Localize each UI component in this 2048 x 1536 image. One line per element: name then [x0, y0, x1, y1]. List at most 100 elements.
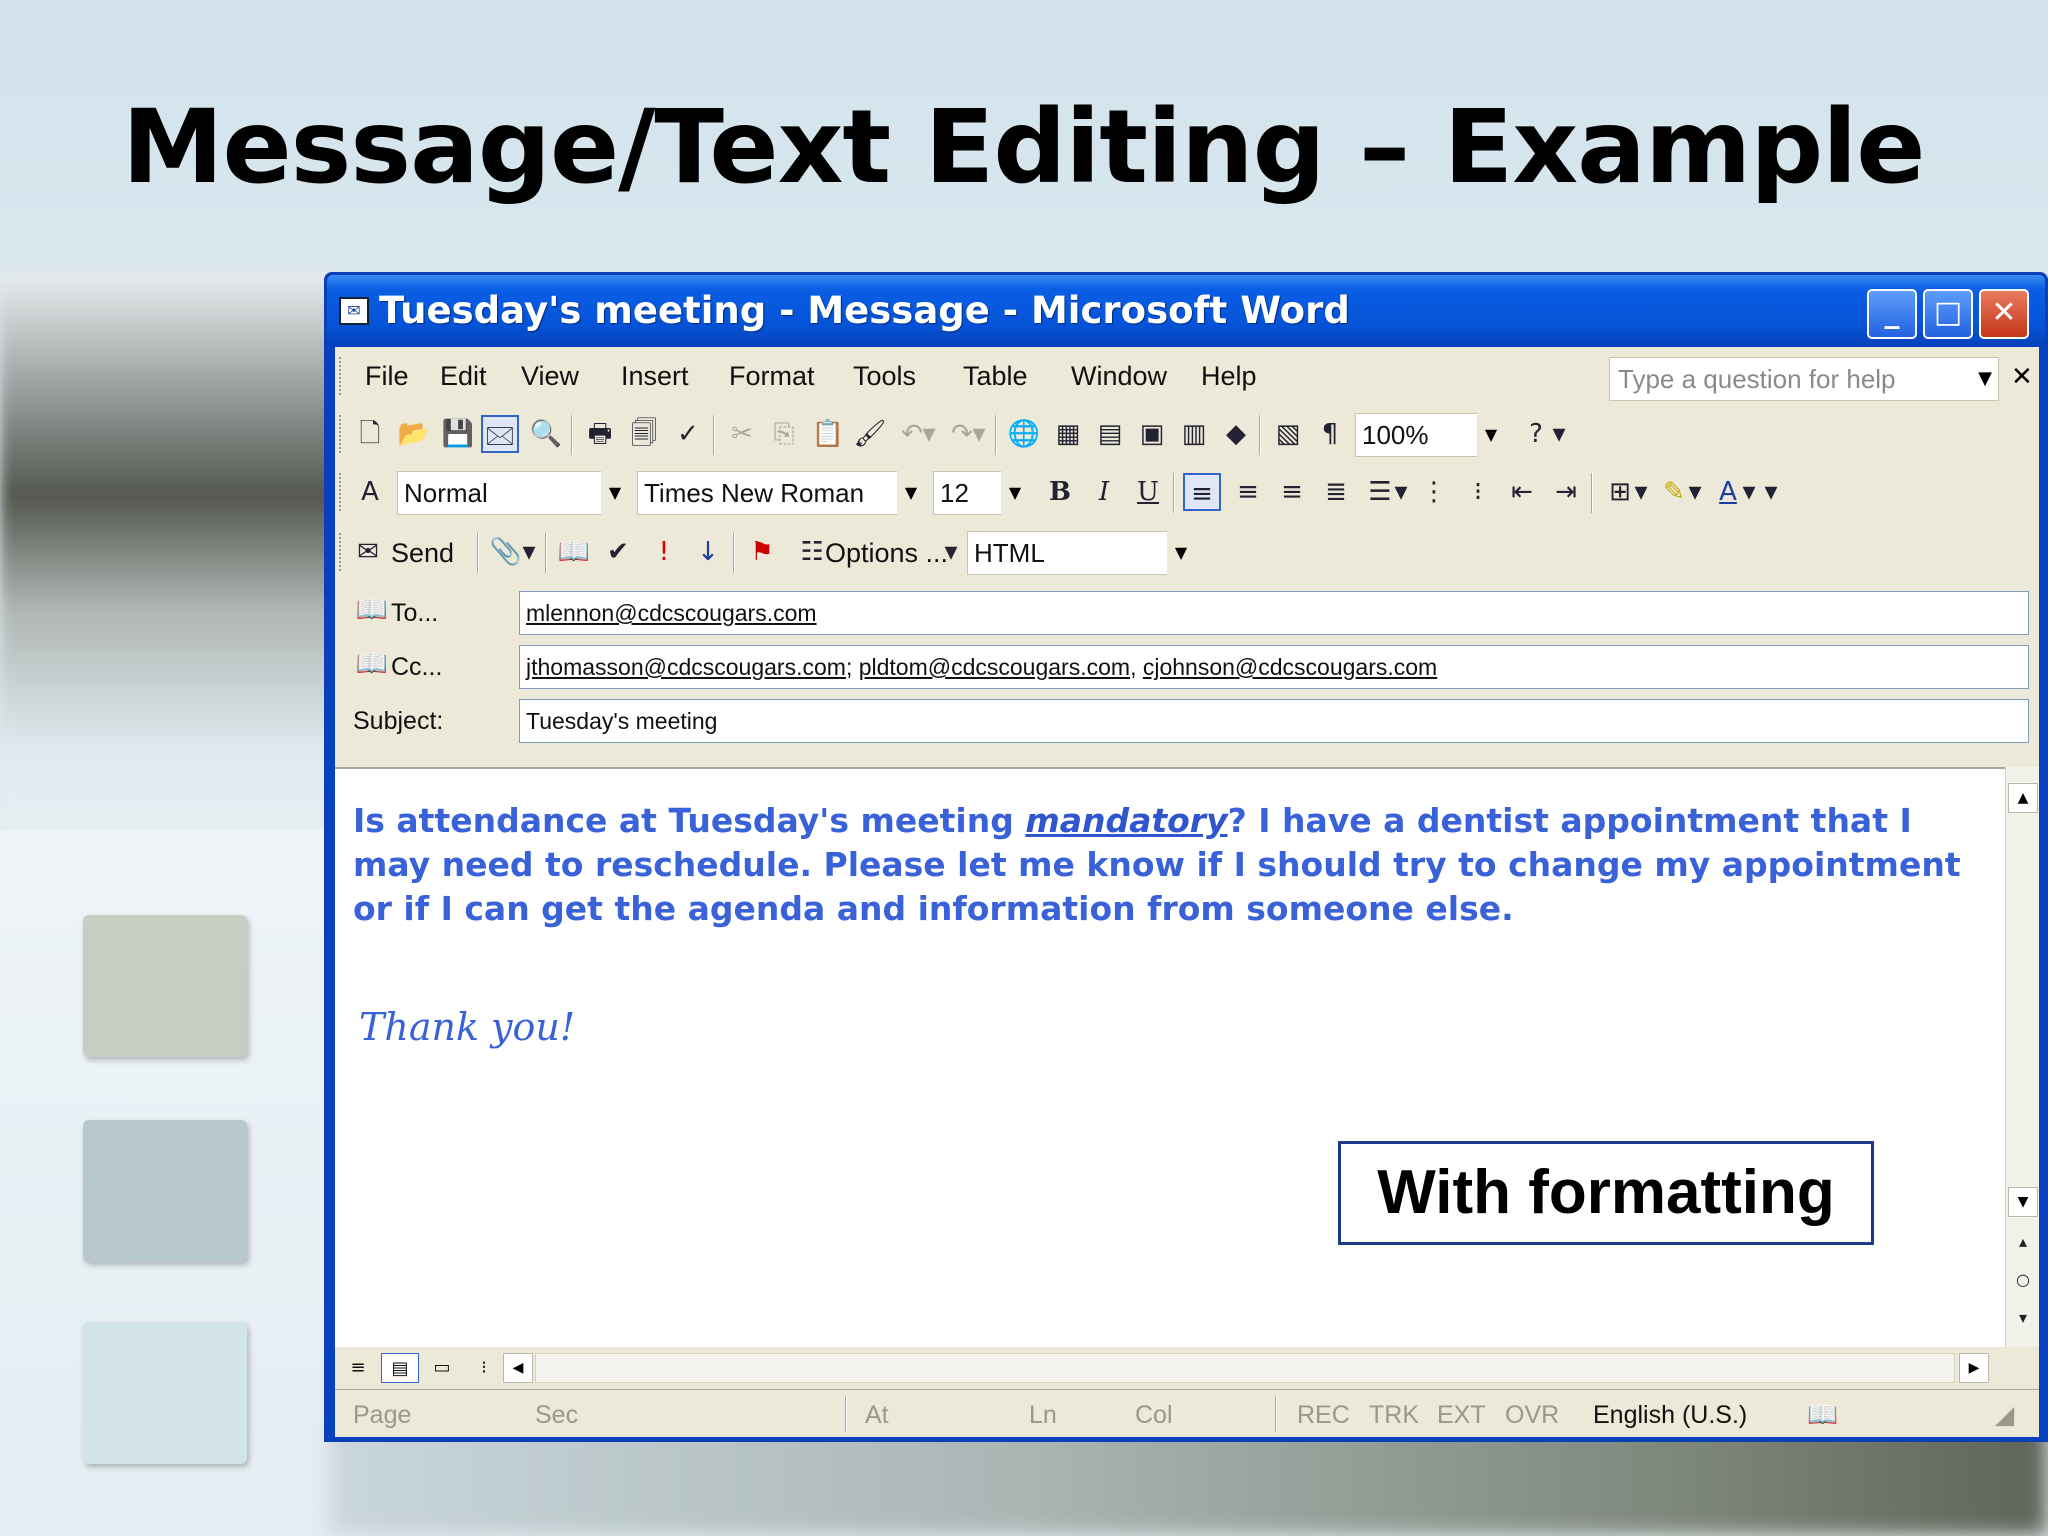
menu-view[interactable]: View: [521, 359, 579, 393]
status-ovr[interactable]: OVR: [1505, 1398, 1559, 1432]
font-select[interactable]: Times New Roman: [637, 471, 925, 515]
scroll-up-button[interactable]: ▲: [2008, 783, 2038, 813]
toolbar-grip[interactable]: [339, 533, 343, 571]
menu-format[interactable]: Format: [729, 359, 815, 393]
cc-field[interactable]: jthomasson@cdcscougars.com; pldtom@cdcsc…: [519, 645, 2029, 689]
status-language[interactable]: English (U.S.): [1593, 1398, 1747, 1432]
options-dropdown-icon[interactable]: ▾: [941, 533, 961, 571]
menu-edit[interactable]: Edit: [440, 359, 487, 393]
check-names-icon[interactable]: ✔: [599, 533, 637, 571]
copy-icon[interactable]: ⎘: [765, 415, 803, 453]
help-question-input[interactable]: Type a question for help: [1609, 357, 1999, 401]
menu-tools[interactable]: Tools: [853, 359, 916, 393]
open-icon[interactable]: 📂: [395, 415, 433, 453]
normal-view-icon[interactable]: ≡: [339, 1353, 377, 1383]
undo-dropdown-icon[interactable]: ▾: [919, 415, 939, 453]
styles-icon[interactable]: A: [351, 473, 389, 511]
spelling-status-icon[interactable]: 📖: [1807, 1398, 1838, 1432]
style-dropdown-arrow[interactable]: ▼: [601, 471, 629, 515]
horizontal-scrollbar[interactable]: [535, 1353, 1955, 1383]
bold-icon[interactable]: B: [1041, 473, 1079, 511]
tables-borders-icon[interactable]: ▦: [1049, 415, 1087, 453]
bullets-icon[interactable]: ⁝: [1459, 473, 1497, 511]
body-paragraph[interactable]: Is attendance at Tuesday's meeting manda…: [353, 799, 1993, 931]
hyperlink-icon[interactable]: 🌐: [1005, 415, 1043, 453]
highlight-dropdown-icon[interactable]: ▾: [1685, 473, 1705, 511]
columns-icon[interactable]: ▥: [1175, 415, 1213, 453]
status-ext[interactable]: EXT: [1437, 1398, 1486, 1432]
subject-field[interactable]: Tuesday's meeting: [519, 699, 2029, 743]
importance-low-icon[interactable]: ↓: [689, 533, 727, 571]
toolbar-options-icon[interactable]: ▾: [1549, 415, 1569, 453]
vertical-scrollbar[interactable]: ▲ ▼ ▴ ○ ▾: [2005, 767, 2039, 1347]
menu-window[interactable]: Window: [1071, 359, 1167, 393]
toolbar-grip[interactable]: [339, 357, 343, 395]
permission-icon[interactable]: 🖂: [481, 415, 519, 453]
cc-address[interactable]: jthomasson@cdcscougars.com: [526, 654, 846, 680]
insert-spreadsheet-icon[interactable]: ▣: [1133, 415, 1171, 453]
numbering-icon[interactable]: ⋮: [1415, 473, 1453, 511]
select-browse-object-icon[interactable]: ○: [2008, 1265, 2038, 1295]
to-field[interactable]: mlennon@cdcscougars.com: [519, 591, 2029, 635]
paste-icon[interactable]: 📋: [809, 415, 847, 453]
web-layout-icon[interactable]: ▤: [381, 1353, 419, 1383]
menu-help[interactable]: Help: [1201, 359, 1257, 393]
close-button[interactable]: ✕: [1979, 289, 2029, 339]
align-center-icon[interactable]: ≡: [1229, 473, 1267, 511]
minimize-button[interactable]: _: [1867, 289, 1917, 339]
underline-icon[interactable]: U: [1129, 473, 1167, 511]
status-trk[interactable]: TRK: [1369, 1398, 1419, 1432]
font-dropdown-arrow[interactable]: ▼: [897, 471, 925, 515]
toolbar-options-icon[interactable]: ▾: [1761, 473, 1781, 511]
importance-high-icon[interactable]: !: [645, 533, 683, 571]
help-dropdown-arrow[interactable]: ▼: [1971, 357, 1999, 401]
show-hide-icon[interactable]: ¶: [1311, 415, 1349, 453]
document-map-icon[interactable]: ▧: [1269, 415, 1307, 453]
new-icon[interactable]: 🗋: [351, 415, 389, 453]
borders-dropdown-icon[interactable]: ▾: [1631, 473, 1651, 511]
cut-icon[interactable]: ✂: [723, 415, 761, 453]
message-body[interactable]: Is attendance at Tuesday's meeting manda…: [335, 767, 2005, 1347]
follow-up-flag-icon[interactable]: ⚑: [743, 533, 781, 571]
scroll-left-button[interactable]: ◀: [503, 1353, 533, 1383]
toolbar-grip[interactable]: [339, 473, 343, 511]
to-button[interactable]: To...: [391, 593, 438, 633]
menu-file[interactable]: File: [365, 359, 409, 393]
decrease-indent-icon[interactable]: ⇤: [1503, 473, 1541, 511]
title-bar[interactable]: ✉ Tuesday's meeting - Message - Microsof…: [327, 275, 2045, 347]
scroll-right-button[interactable]: ▶: [1959, 1353, 1989, 1383]
cc-address[interactable]: cjohnson@cdcscougars.com: [1143, 654, 1437, 680]
print-preview-icon[interactable]: 🗐: [625, 415, 663, 453]
outline-view-icon[interactable]: ⁝: [465, 1353, 503, 1383]
cc-address[interactable]: pldtom@cdcscougars.com: [859, 654, 1130, 680]
toolbar-grip[interactable]: [339, 415, 343, 453]
menu-insert[interactable]: Insert: [621, 359, 689, 393]
drawing-icon[interactable]: ◆: [1217, 415, 1255, 453]
maximize-button[interactable]: □: [1923, 289, 1973, 339]
next-page-icon[interactable]: ▾: [2008, 1303, 2038, 1333]
zoom-dropdown-arrow[interactable]: ▼: [1477, 413, 1505, 457]
close-document-icon[interactable]: ✕: [2011, 359, 2033, 395]
format-painter-icon[interactable]: 🖌: [851, 415, 889, 453]
justify-icon[interactable]: ≣: [1317, 473, 1355, 511]
font-color-dropdown-icon[interactable]: ▾: [1739, 473, 1759, 511]
redo-dropdown-icon[interactable]: ▾: [969, 415, 989, 453]
increase-indent-icon[interactable]: ⇥: [1547, 473, 1585, 511]
insert-table-icon[interactable]: ▤: [1091, 415, 1129, 453]
italic-icon[interactable]: I: [1085, 473, 1123, 511]
scroll-down-button[interactable]: ▼: [2008, 1187, 2038, 1217]
search-icon[interactable]: 🔍: [527, 415, 565, 453]
send-button[interactable]: Send: [391, 533, 454, 573]
font-size-dropdown-arrow[interactable]: ▼: [1001, 471, 1029, 515]
style-select[interactable]: Normal: [397, 471, 629, 515]
save-icon[interactable]: 💾: [439, 415, 477, 453]
previous-page-icon[interactable]: ▴: [2008, 1227, 2038, 1257]
align-left-icon[interactable]: ≡: [1183, 473, 1221, 511]
spelling-icon[interactable]: ✓: [669, 415, 707, 453]
print-icon[interactable]: 🖶: [581, 415, 619, 453]
send-icon[interactable]: ✉: [349, 533, 387, 571]
line-spacing-dropdown-icon[interactable]: ▾: [1391, 473, 1411, 511]
cc-button[interactable]: Cc...: [391, 647, 442, 687]
address-book-icon[interactable]: 📖: [555, 533, 593, 571]
resize-grip-icon[interactable]: ◢: [1995, 1398, 2014, 1432]
